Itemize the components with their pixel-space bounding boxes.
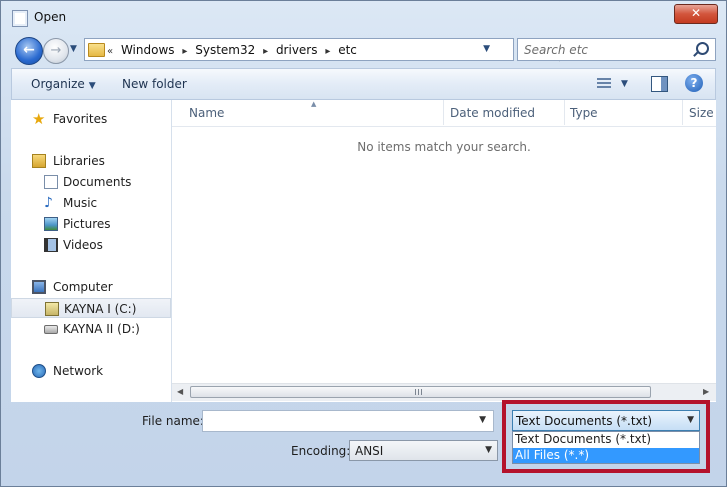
network-icon <box>32 364 46 378</box>
breadcrumb-item-windows[interactable]: Windows <box>121 43 175 57</box>
encoding-label: Encoding: <box>291 444 351 458</box>
sidebar-item-videos[interactable]: Videos <box>11 235 171 255</box>
chevron-down-icon: ▼ <box>485 445 492 455</box>
file-type-options: Text Documents (*.txt) All Files (*.*) <box>512 431 700 464</box>
horizontal-scrollbar[interactable]: ◀ ▶ <box>172 383 716 401</box>
column-divider[interactable] <box>564 100 565 125</box>
back-button[interactable]: ← <box>15 37 43 65</box>
sidebar-item-pictures[interactable]: Pictures <box>11 214 171 234</box>
file-name-label: File name: <box>142 414 204 428</box>
encoding-select[interactable]: ANSI ▼ <box>349 440 498 461</box>
libraries-icon <box>32 154 46 168</box>
new-folder-button[interactable]: New folder <box>122 77 187 91</box>
chevron-down-icon: ▼ <box>687 415 694 425</box>
organize-button[interactable]: Organize ▼ <box>31 77 96 91</box>
sidebar-item-label: KAYNA II (D:) <box>63 322 140 336</box>
file-type-select[interactable]: Text Documents (*.txt) ▼ <box>512 410 700 431</box>
navigation-bar: ← → ▼ « Windows ▸ System32 ▸ drivers ▸ e… <box>11 36 716 65</box>
star-icon: ★ <box>32 110 46 128</box>
file-name-input[interactable]: ▼ <box>202 410 494 432</box>
sidebar-item-favorites[interactable]: ★ Favorites <box>11 109 171 129</box>
computer-icon <box>32 280 46 294</box>
sidebar-item-documents[interactable]: Documents <box>11 172 171 192</box>
search-input[interactable]: Search etc <box>517 38 716 61</box>
sidebar-item-label: Favorites <box>53 112 108 126</box>
sidebar-item-label: KAYNA I (C:) <box>64 302 137 316</box>
sort-ascending-icon: ▲ <box>311 100 317 108</box>
notepad-icon <box>12 10 28 27</box>
scrollbar-thumb[interactable] <box>190 386 651 398</box>
search-placeholder: Search etc <box>524 43 588 57</box>
sidebar-item-label: Network <box>53 364 104 378</box>
videos-icon <box>44 238 58 252</box>
search-icon[interactable] <box>696 42 709 55</box>
help-icon[interactable]: ? <box>685 74 703 92</box>
window-title: Open <box>34 10 67 24</box>
scroll-left-icon[interactable]: ◀ <box>177 387 183 396</box>
preview-pane-icon[interactable] <box>651 76 668 92</box>
title-bar: Open ✕ <box>1 1 726 35</box>
chevron-down-icon: ▼ <box>88 81 96 91</box>
scroll-right-icon[interactable]: ▶ <box>703 387 709 396</box>
option-all-files[interactable]: All Files (*.*) <box>513 448 699 463</box>
navigation-pane: ★ Favorites Libraries Documents ♪ Music … <box>11 100 172 402</box>
sidebar-item-computer[interactable]: Computer <box>11 277 171 297</box>
view-options-dropdown-icon[interactable]: ▼ <box>621 79 628 89</box>
column-date-modified[interactable]: Date modified <box>450 106 535 120</box>
breadcrumb-separator-icon[interactable]: ▸ <box>263 46 268 57</box>
breadcrumb-item-system32[interactable]: System32 <box>195 43 255 57</box>
organize-label: Organize <box>31 77 85 91</box>
column-header: ▲ Name Date modified Type Size <box>172 100 716 127</box>
sidebar-item-music[interactable]: ♪ Music <box>11 193 171 213</box>
chevron-down-icon[interactable]: ▼ <box>479 415 486 425</box>
address-bar[interactable]: « Windows ▸ System32 ▸ drivers ▸ etc ▼ ⇆ <box>84 38 576 62</box>
music-icon: ♪ <box>44 195 53 211</box>
scrollbar-grip <box>415 389 422 395</box>
breadcrumb-separator-icon[interactable]: ▸ <box>182 46 187 57</box>
column-divider[interactable] <box>682 100 683 125</box>
change-view-icon[interactable] <box>597 78 611 90</box>
column-divider[interactable] <box>443 100 444 125</box>
close-button[interactable]: ✕ <box>674 4 718 24</box>
windows-drive-icon <box>45 302 59 316</box>
forward-button[interactable]: → <box>43 38 69 64</box>
column-name[interactable]: Name <box>189 106 224 120</box>
empty-message: No items match your search. <box>357 140 531 154</box>
option-text-documents[interactable]: Text Documents (*.txt) <box>513 432 699 447</box>
file-type-value: Text Documents (*.txt) <box>516 414 653 428</box>
breadcrumb-overflow-icon[interactable]: « <box>107 46 113 57</box>
sidebar-item-label: Documents <box>63 175 132 189</box>
sidebar-item-label: Videos <box>63 238 103 252</box>
pictures-icon <box>44 217 58 231</box>
recent-pages-dropdown-icon[interactable]: ▼ <box>70 44 77 54</box>
encoding-value: ANSI <box>355 444 384 458</box>
sidebar-item-label: Music <box>63 196 98 210</box>
file-list: ▲ Name Date modified Type Size No items … <box>172 100 716 402</box>
sidebar-item-network[interactable]: Network <box>11 361 171 381</box>
sidebar-item-libraries[interactable]: Libraries <box>11 151 171 171</box>
breadcrumb-item-etc[interactable]: etc <box>338 43 357 57</box>
address-dropdown-icon[interactable]: ▼ <box>483 44 490 54</box>
column-size[interactable]: Size <box>689 106 714 120</box>
documents-icon <box>44 175 58 189</box>
hard-drive-icon <box>44 325 58 334</box>
sidebar-item-label: Pictures <box>63 217 111 231</box>
sidebar-item-label: Computer <box>53 280 113 294</box>
sidebar-item-drive-c[interactable]: KAYNA I (C:) <box>11 298 171 318</box>
sidebar-item-label: Libraries <box>53 154 105 168</box>
breadcrumb-item-drivers[interactable]: drivers <box>276 43 318 57</box>
open-dialog: Open ✕ ← → ▼ « Windows ▸ System32 ▸ driv… <box>0 0 727 487</box>
folder-icon <box>88 43 105 57</box>
breadcrumb: « Windows ▸ System32 ▸ drivers ▸ etc <box>107 43 361 57</box>
column-type[interactable]: Type <box>570 106 598 120</box>
breadcrumb-separator-icon[interactable]: ▸ <box>325 46 330 57</box>
command-toolbar: Organize ▼ New folder ▼ ? <box>11 68 716 100</box>
sidebar-item-drive-d[interactable]: KAYNA II (D:) <box>11 319 171 339</box>
